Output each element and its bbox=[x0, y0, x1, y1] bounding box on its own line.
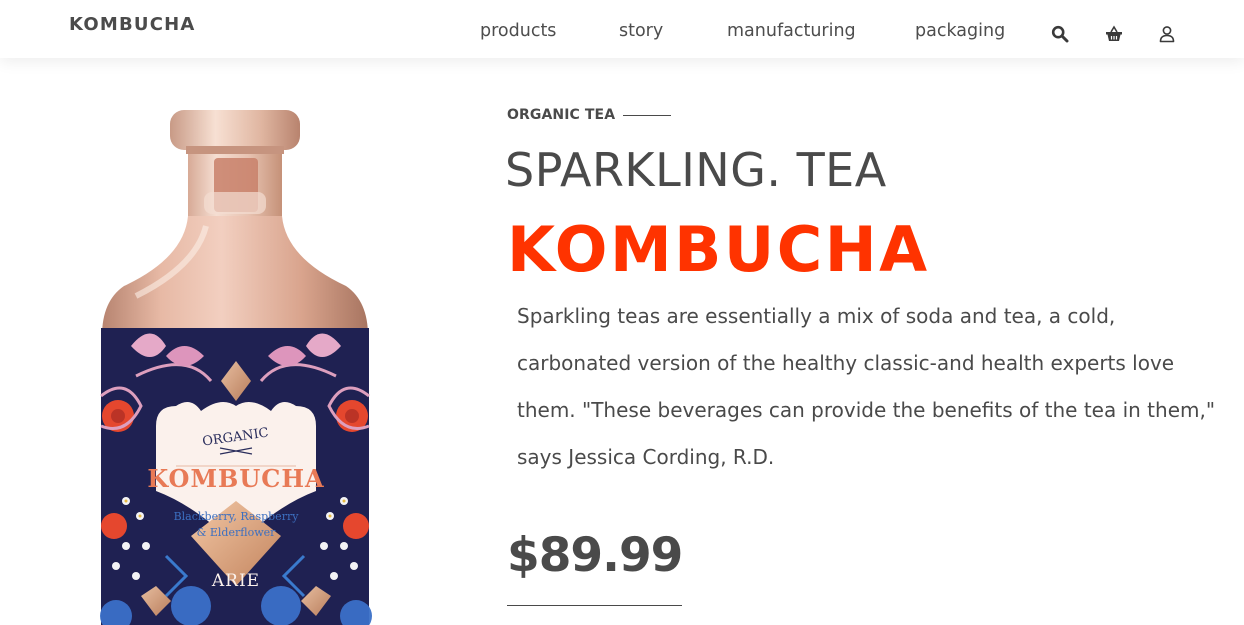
product-description: Sparkling teas are essentially a mix of … bbox=[517, 304, 1216, 469]
eyebrow-divider bbox=[623, 115, 671, 116]
price-underline bbox=[507, 605, 682, 606]
product-title: SPARKLING. TEA bbox=[505, 143, 887, 197]
product-price: $89.99 bbox=[507, 528, 683, 583]
bottle-brand-text: KOMBUCHA bbox=[147, 464, 324, 493]
search-icon[interactable] bbox=[1051, 25, 1069, 43]
basket-icon[interactable] bbox=[1105, 25, 1123, 43]
user-icon[interactable] bbox=[1158, 25, 1176, 43]
nav-manufacturing[interactable]: manufacturing bbox=[727, 21, 856, 41]
nav-products[interactable]: products bbox=[480, 21, 556, 41]
nav-story[interactable]: story bbox=[619, 21, 663, 41]
bottle-maker-text: ARIE bbox=[211, 571, 260, 591]
bottle-flavor-line2: & Elderflower bbox=[197, 526, 277, 539]
nav-packaging[interactable]: packaging bbox=[915, 21, 1005, 41]
site-header: KOMBUCHA products story manufacturing pa… bbox=[0, 0, 1244, 58]
site-logo[interactable]: KOMBUCHA bbox=[69, 14, 196, 35]
bottle-flavor-line1: Blackberry, Raspberry bbox=[174, 510, 300, 523]
product-bottle-image: ORGANIC KOMBUCHA Blackberry, Raspberry &… bbox=[96, 106, 376, 625]
product-brand: KOMBUCHA bbox=[507, 213, 930, 286]
product-category-eyebrow: ORGANIC TEA bbox=[507, 107, 616, 123]
